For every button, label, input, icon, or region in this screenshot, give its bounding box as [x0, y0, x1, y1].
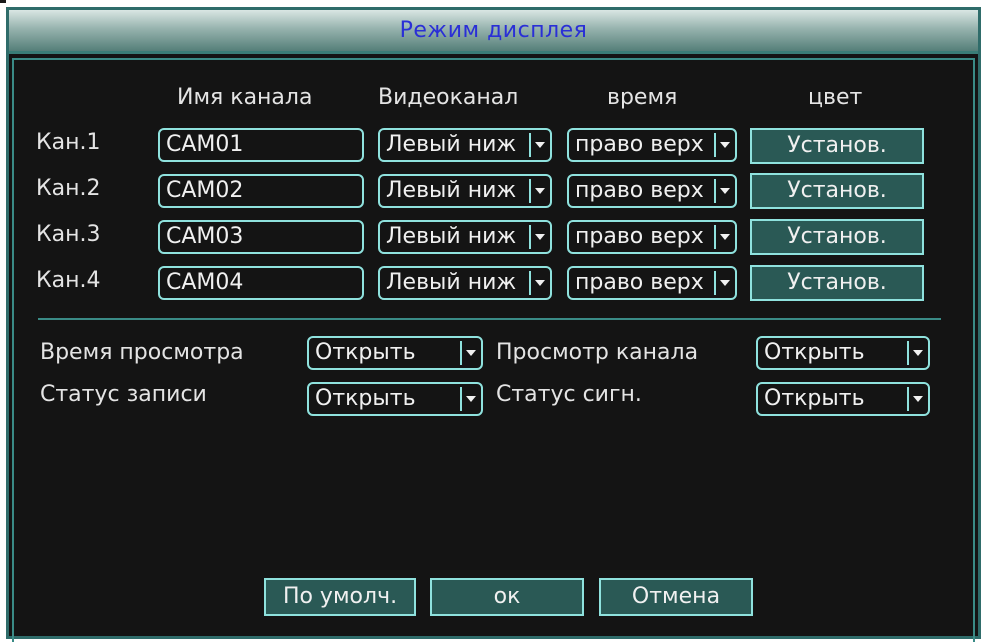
record-status-label: Статус записи [40, 382, 207, 407]
video-position-value: Левый ниж [386, 224, 517, 249]
dialog-title: Режим дисплея [399, 18, 588, 43]
time-position-select[interactable]: право верх [567, 174, 737, 208]
dropdown-arrow-icon[interactable] [907, 341, 926, 365]
time-position-select[interactable]: право верх [567, 266, 737, 300]
dropdown-arrow-icon[interactable] [460, 341, 479, 365]
ok-button[interactable]: ок [430, 578, 584, 616]
video-position-value: Левый ниж [386, 270, 517, 295]
channel-label: Кан.2 [36, 176, 101, 201]
corner-mark [0, 0, 6, 3]
channel-preview-value: Открыть [764, 340, 865, 365]
set-color-button[interactable]: Установ. [750, 173, 924, 209]
channel-label: Кан.1 [36, 130, 101, 155]
cancel-button[interactable]: Отмена [599, 578, 753, 616]
video-position-select[interactable]: Левый ниж [378, 266, 552, 300]
preview-time-label: Время просмотра [40, 340, 244, 365]
video-position-value: Левый ниж [386, 132, 517, 157]
channel-label: Кан.4 [36, 268, 101, 293]
video-position-select[interactable]: Левый ниж [378, 128, 552, 162]
dropdown-arrow-icon[interactable] [460, 387, 479, 411]
header-video-channel: Видеоканал [378, 85, 519, 110]
dropdown-arrow-icon[interactable] [714, 179, 733, 203]
header-time: время [607, 85, 678, 110]
section-divider [38, 318, 941, 320]
dropdown-arrow-icon[interactable] [529, 225, 548, 249]
channel-preview-label: Просмотр канала [496, 340, 699, 365]
dropdown-arrow-icon[interactable] [529, 271, 548, 295]
time-position-value: право верх [575, 178, 704, 203]
channel-name-input[interactable]: CAM02 [158, 174, 364, 208]
set-color-button[interactable]: Установ. [750, 265, 924, 301]
record-status-select[interactable]: Открыть [307, 382, 483, 416]
dropdown-arrow-icon[interactable] [529, 133, 548, 157]
preview-time-select[interactable]: Открыть [307, 336, 483, 370]
channel-name-input[interactable]: CAM01 [158, 128, 364, 162]
default-button[interactable]: По умолч. [264, 578, 416, 616]
time-position-select[interactable]: право верх [567, 220, 737, 254]
channel-name-input[interactable]: CAM04 [158, 266, 364, 300]
channel-label: Кан.3 [36, 222, 101, 247]
preview-time-value: Открыть [315, 340, 416, 365]
dropdown-arrow-icon[interactable] [714, 271, 733, 295]
time-position-value: право верх [575, 270, 704, 295]
time-position-select[interactable]: право верх [567, 128, 737, 162]
channel-preview-select[interactable]: Открыть [756, 336, 930, 370]
set-color-button[interactable]: Установ. [750, 128, 924, 164]
dropdown-arrow-icon[interactable] [714, 133, 733, 157]
record-status-value: Открыть [315, 386, 416, 411]
video-position-select[interactable]: Левый ниж [378, 220, 552, 254]
alarm-status-label: Статус сигн. [496, 382, 642, 407]
dropdown-arrow-icon[interactable] [714, 225, 733, 249]
dropdown-arrow-icon[interactable] [529, 179, 548, 203]
channel-name-input[interactable]: CAM03 [158, 220, 364, 254]
set-color-button[interactable]: Установ. [750, 219, 924, 255]
alarm-status-select[interactable]: Открыть [756, 382, 930, 416]
alarm-status-value: Открыть [764, 386, 865, 411]
header-color: цвет [808, 85, 863, 110]
dropdown-arrow-icon[interactable] [907, 387, 926, 411]
header-channel-name: Имя канала [177, 85, 313, 110]
time-position-value: право верх [575, 224, 704, 249]
time-position-value: право верх [575, 132, 704, 157]
video-position-select[interactable]: Левый ниж [378, 174, 552, 208]
video-position-value: Левый ниж [386, 178, 517, 203]
title-bar[interactable]: Режим дисплея [9, 10, 978, 54]
